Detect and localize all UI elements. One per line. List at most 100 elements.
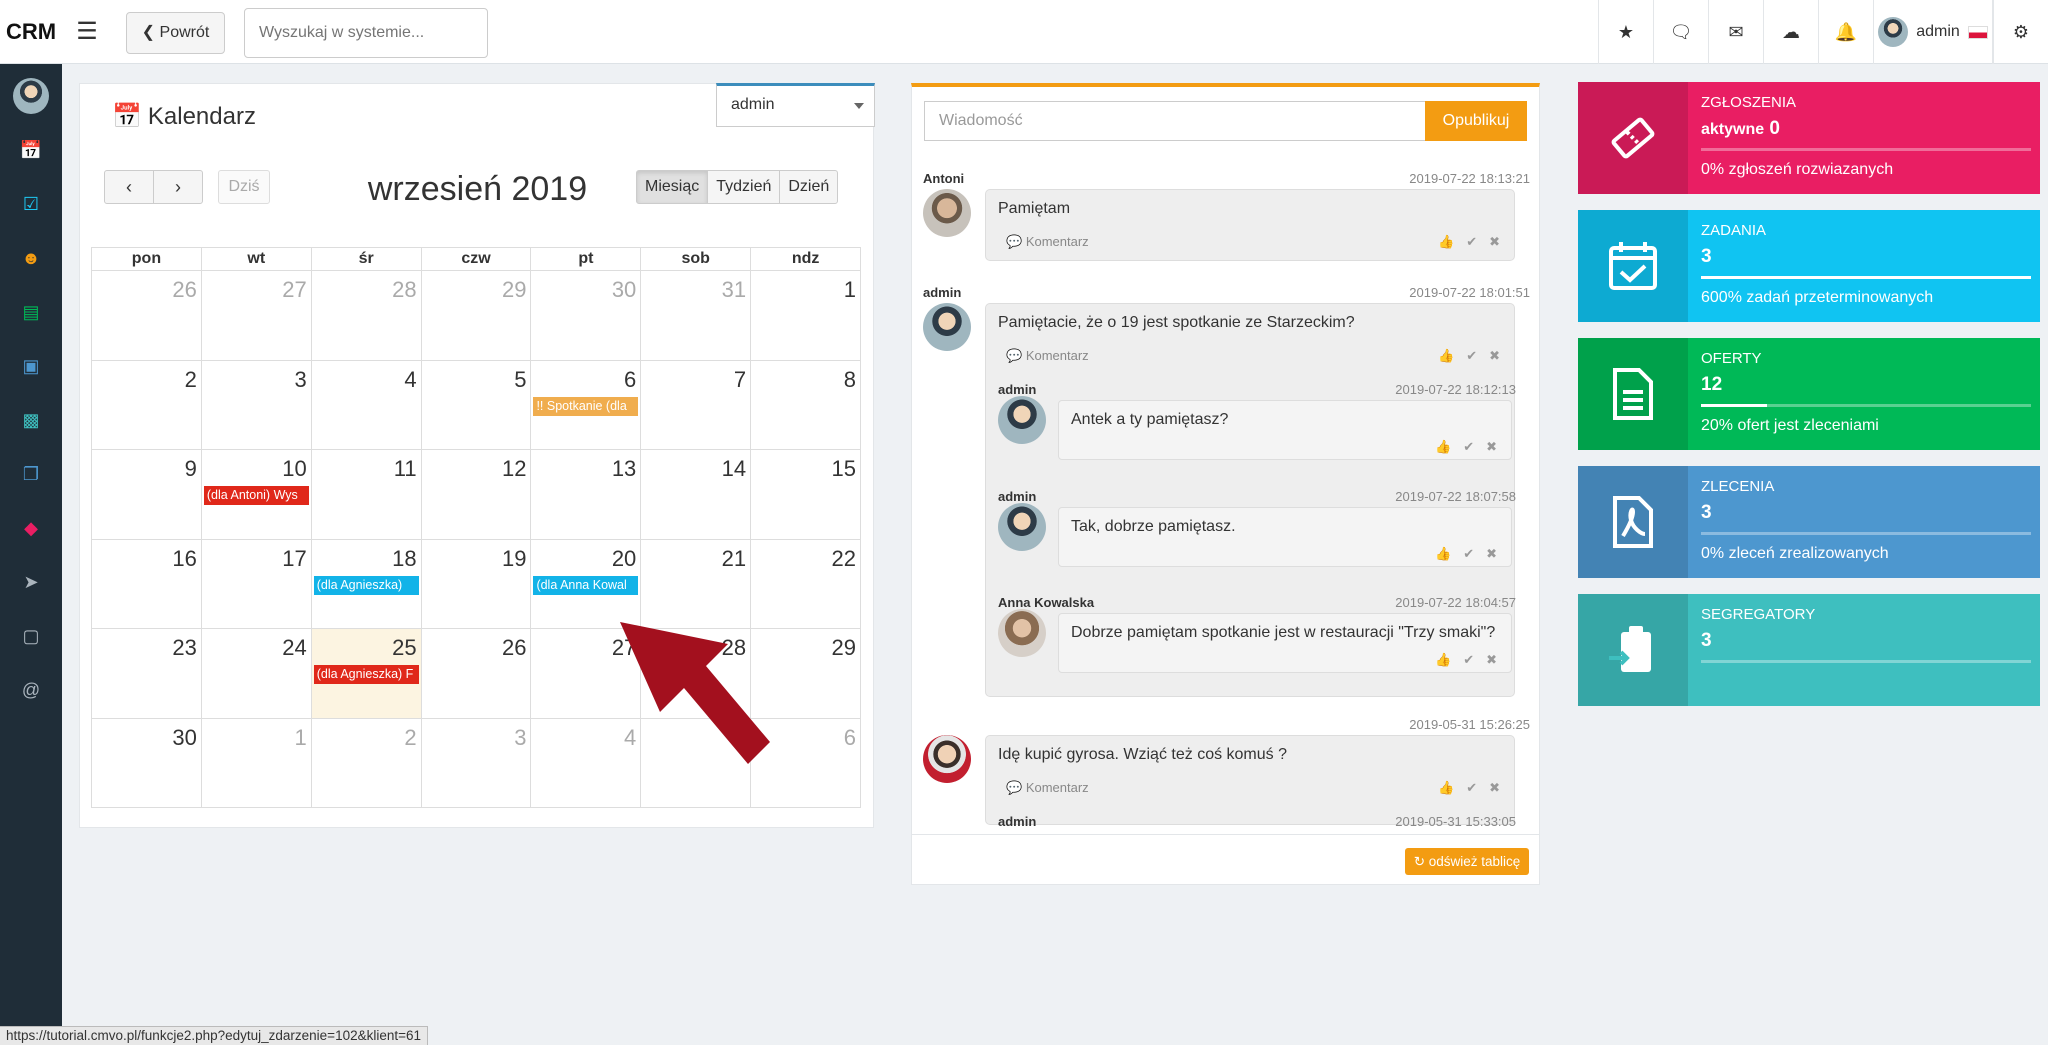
clipboard-icon[interactable]: ▩ — [0, 410, 62, 431]
users-icon[interactable]: ☻ — [0, 248, 62, 269]
calendar-day[interactable]: 26 — [422, 629, 532, 718]
close-icon[interactable]: ✖ — [1486, 652, 1497, 668]
calendar-day[interactable]: 25 (dla Agnieszka) F — [311, 629, 422, 718]
pdf-icon — [1578, 466, 1688, 578]
search-input[interactable] — [244, 8, 488, 58]
envelope-icon[interactable]: ✉ — [1708, 0, 1763, 64]
calendar-day[interactable]: 1 — [751, 271, 862, 360]
comment-link[interactable]: 💬 Komentarz — [1006, 780, 1089, 796]
calendar-day[interactable]: 3 — [422, 718, 532, 807]
user-menu[interactable]: admin — [1873, 0, 1993, 64]
publish-button[interactable]: Opublikuj — [1425, 101, 1527, 141]
calendar-day[interactable]: 15 — [751, 450, 862, 539]
tasks-icon[interactable]: ☑ — [0, 194, 62, 215]
check-icon[interactable]: ✔ — [1466, 780, 1477, 796]
calendar-day[interactable]: 4 — [312, 360, 422, 449]
calendar-day[interactable]: 2 — [92, 360, 202, 449]
calendar-day[interactable]: 26 — [92, 271, 202, 360]
user-filter-select[interactable]: admin — [716, 83, 875, 127]
check-icon[interactable]: ✔ — [1466, 234, 1477, 250]
thumbs-up-icon[interactable]: 👍 — [1435, 546, 1451, 562]
calendar-day[interactable]: 30 — [92, 718, 202, 807]
copy-icon[interactable]: ❐ — [0, 464, 62, 485]
calendar-day[interactable]: 18 (dla Agnieszka) — [312, 539, 422, 628]
check-icon[interactable]: ✔ — [1466, 348, 1477, 364]
send-icon[interactable]: ➤ — [0, 572, 62, 593]
view-month-button[interactable]: Miesiąc — [636, 170, 709, 204]
calendar-event[interactable]: (dla Agnieszka) — [313, 575, 419, 595]
close-icon[interactable]: ✖ — [1489, 780, 1500, 796]
calendar-day[interactable]: 1 — [202, 718, 312, 807]
note-icon[interactable]: ▢ — [0, 626, 62, 647]
close-icon[interactable]: ✖ — [1486, 546, 1497, 562]
orders-pdf-icon[interactable]: ▣ — [0, 356, 62, 377]
stat-tile-zgłoszenia[interactable]: ZGŁOSZENIA aktywne 0 0% zgłoszeń rozwiazan… — [1578, 82, 2040, 194]
back-button[interactable]: ❮ Powrót — [126, 12, 225, 54]
calendar-day[interactable]: 30 — [531, 271, 642, 360]
calendar-event[interactable]: (dla Agnieszka) F — [313, 665, 419, 684]
calendar-day[interactable]: 10 (dla Antoni) Wys — [202, 450, 312, 539]
calendar-day[interactable]: 5 — [422, 360, 532, 449]
calendar-day[interactable]: 11 — [312, 450, 422, 539]
calendar-day[interactable]: 28 — [312, 271, 422, 360]
ticket-icon[interactable]: ◆ — [0, 518, 62, 539]
calendar-day[interactable]: 13 — [531, 450, 642, 539]
stat-tile-segregatory[interactable]: SEGREGATORY 3 — [1578, 594, 2040, 706]
check-icon[interactable]: ✔ — [1463, 546, 1474, 562]
close-icon[interactable]: ✖ — [1489, 348, 1500, 364]
cloud-icon[interactable]: ☁ — [1763, 0, 1818, 64]
close-icon[interactable]: ✖ — [1489, 234, 1500, 250]
calendar-event[interactable]: !! Spotkanie (dla — [533, 396, 639, 416]
bell-icon[interactable]: 🔔 — [1818, 0, 1873, 64]
calendar-week: 9 10 (dla Antoni) Wys 11 12 13 14 15 — [91, 450, 862, 540]
at-icon[interactable]: @ — [0, 680, 62, 701]
calendar-day[interactable]: 24 — [202, 629, 312, 718]
calendar-day[interactable]: 20 (dla Anna Kowal — [531, 539, 642, 628]
refresh-button[interactable]: ↻ odśwież tablicę — [1405, 848, 1529, 875]
stat-tile-oferty[interactable]: OFERTY 12 20% ofert jest zleceniami — [1578, 338, 2040, 450]
check-icon[interactable]: ✔ — [1463, 439, 1474, 455]
calendar-day[interactable]: 19 — [422, 539, 532, 628]
calendar-event[interactable]: (dla Anna Kowal — [533, 575, 639, 595]
calendar-icon[interactable]: 📅 — [0, 140, 62, 161]
calendar-day[interactable]: 14 — [641, 450, 752, 539]
calendar-event[interactable]: (dla Antoni) Wys — [203, 486, 309, 505]
calendar-day[interactable]: 17 — [202, 539, 312, 628]
message-input[interactable]: Wiadomość — [924, 101, 1427, 141]
stat-tile-zadania[interactable]: ZADANIA 3 600% zadań przeterminowanych — [1578, 210, 2040, 322]
menu-toggle-icon[interactable]: ☰ — [72, 16, 102, 48]
thumbs-up-icon[interactable]: 👍 — [1438, 780, 1454, 796]
offers-document-icon[interactable]: ▤ — [0, 302, 62, 323]
thumbs-up-icon[interactable]: 👍 — [1438, 234, 1454, 250]
view-day-button[interactable]: Dzień — [779, 170, 839, 204]
close-icon[interactable]: ✖ — [1486, 439, 1497, 455]
thumbs-up-icon[interactable]: 👍 — [1435, 439, 1451, 455]
calendar-day[interactable]: 29 — [422, 271, 532, 360]
comment-link[interactable]: 💬 Komentarz — [1006, 348, 1089, 364]
thumbs-up-icon[interactable]: 👍 — [1435, 652, 1451, 668]
calendar-day[interactable]: 2 — [312, 718, 422, 807]
calendar-day[interactable]: 22 — [751, 539, 862, 628]
day-number: 11 — [393, 456, 417, 481]
stat-tile-zlecenia[interactable]: ZLECENIA 3 0% zleceń zrealizowanych — [1578, 466, 2040, 578]
calendar-day[interactable]: 8 — [751, 360, 862, 449]
calendar-day[interactable]: 6 !! Spotkanie (dla — [531, 360, 642, 449]
chat-icon[interactable]: 🗨 — [1653, 0, 1708, 64]
calendar-day[interactable]: 27 — [202, 271, 312, 360]
calendar-day[interactable]: 3 — [202, 360, 312, 449]
calendar-day[interactable]: 9 — [92, 450, 202, 539]
settings-gear-icon[interactable]: ⚙ — [1993, 0, 2048, 64]
thumbs-up-icon[interactable]: 👍 — [1438, 348, 1454, 364]
calendar-day[interactable]: 7 — [641, 360, 752, 449]
calendar-day[interactable]: 31 — [641, 271, 752, 360]
comment-link[interactable]: 💬 Komentarz — [1006, 234, 1089, 250]
check-icon[interactable]: ✔ — [1463, 652, 1474, 668]
star-icon[interactable]: ★ — [1598, 0, 1653, 64]
sidebar-avatar[interactable] — [0, 78, 62, 119]
calendar-day[interactable]: 21 — [641, 539, 752, 628]
view-week-button[interactable]: Tydzień — [707, 170, 781, 204]
calendar-day[interactable]: 23 — [92, 629, 202, 718]
calendar-day[interactable]: 12 — [422, 450, 532, 539]
calendar-day[interactable]: 16 — [92, 539, 202, 628]
app-logo[interactable]: CRM — [0, 0, 62, 64]
